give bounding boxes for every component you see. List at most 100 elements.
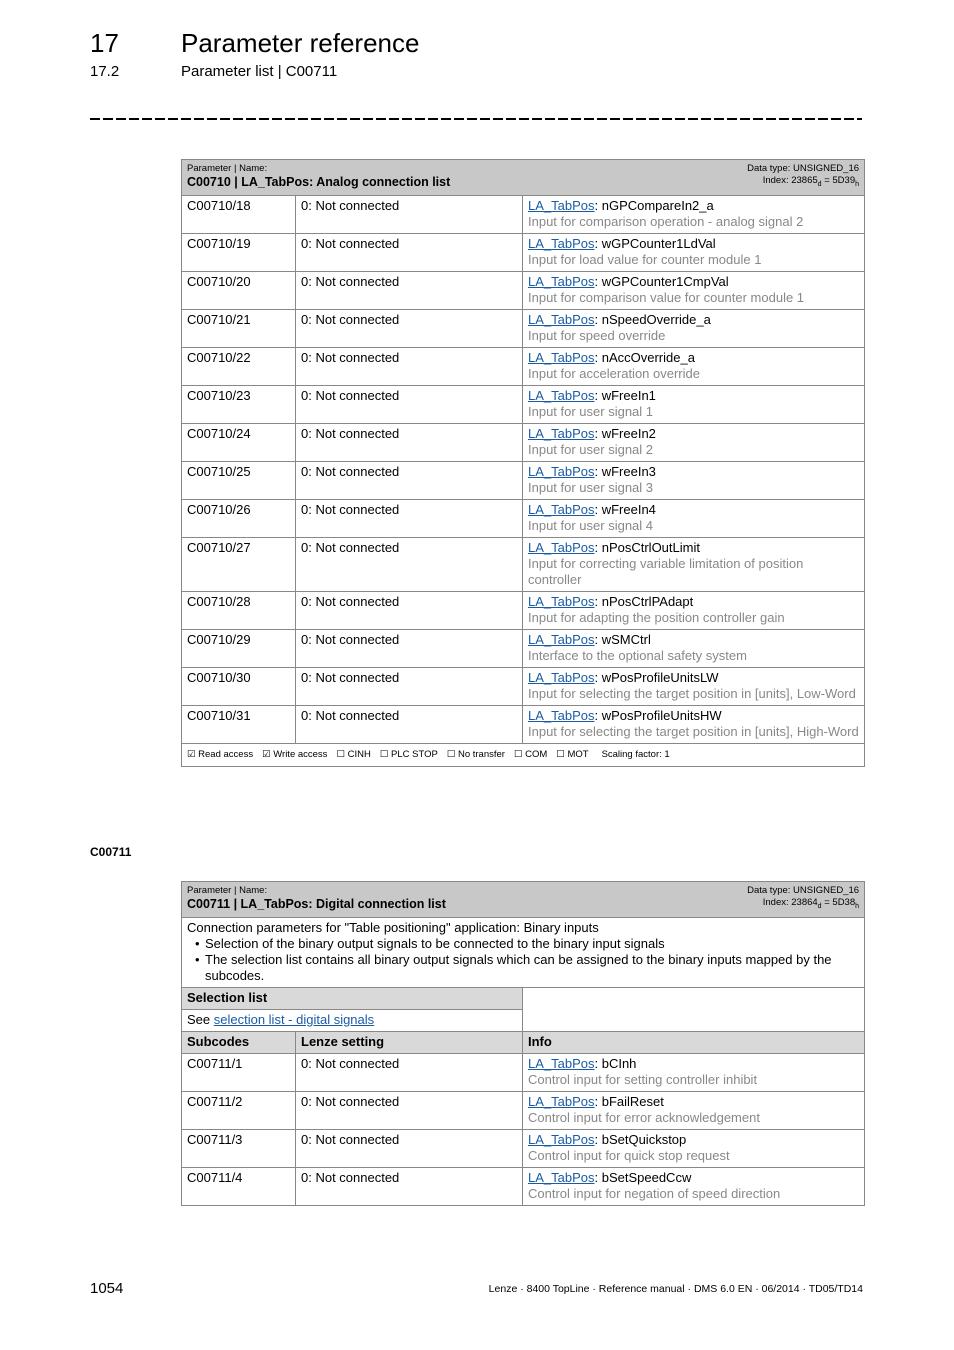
data-type-info: Data type: UNSIGNED_16 Index: 23864d = 5…: [747, 885, 859, 913]
signal-name: : wFreeIn1: [594, 387, 656, 403]
subcode-cell: C00711/1: [181, 1052, 296, 1092]
flag-plc-stop: ☐ PLC STOP: [379, 748, 438, 760]
signal-name: : wSMCtrl: [594, 631, 651, 647]
signal-description: Input for acceleration override: [528, 365, 700, 381]
signal-name: : bSetQuickstop: [594, 1131, 687, 1147]
info-cell: LA_TabPos: bSetQuickstop Control input fo…: [521, 1128, 866, 1168]
flag-com: ☐ COM: [513, 748, 548, 760]
function-block-link[interactable]: LA_TabPos: [528, 502, 595, 517]
signal-name: : nGPCompareIn2_a: [594, 197, 714, 213]
chapter-number: 17: [90, 28, 119, 58]
signal-line: LA_TabPos: bSetSpeedCcw: [528, 1170, 859, 1186]
signal-name: : bFailReset: [594, 1093, 664, 1109]
see-text: See: [187, 1011, 214, 1027]
signal-description: Input for user signal 3: [528, 479, 654, 495]
intro-text: Connection parameters for "Table positio…: [187, 919, 599, 935]
lenze-setting-cell: 0: Not connected: [295, 666, 523, 706]
signal-description: Input for user signal 2: [528, 441, 654, 457]
subcode-cell: C00710/26: [181, 498, 296, 538]
function-block-link[interactable]: LA_TabPos: [528, 670, 595, 685]
signal-line: LA_TabPos: bFailReset: [528, 1094, 859, 1110]
section-title: Parameter list | C00711: [181, 63, 338, 80]
subcode-cell: C00710/19: [181, 232, 296, 272]
signal-name: : bCInh: [594, 1055, 637, 1071]
function-block-link[interactable]: LA_TabPos: [528, 274, 595, 289]
function-block-link[interactable]: LA_TabPos: [528, 632, 595, 647]
table-row: C00710/22 0: Not connected LA_TabPos: nAcc…: [181, 346, 866, 386]
lenze-setting-cell: 0: Not connected: [295, 590, 523, 630]
table-row: C00710/23 0: Not connected LA_TabPos: wFre…: [181, 384, 866, 424]
function-block-link[interactable]: LA_TabPos: [528, 388, 595, 403]
function-block-link[interactable]: LA_TabPos: [528, 594, 595, 609]
lenze-setting-cell: 0: Not connected: [295, 1052, 523, 1092]
signal-description: Control input for error acknowledgement: [528, 1109, 760, 1125]
function-block-link[interactable]: LA_TabPos: [528, 312, 595, 327]
info-cell: LA_TabPos: nSpeedOverride_a Input for spe…: [521, 308, 866, 348]
subcode-cell: C00710/28: [181, 590, 296, 630]
signal-name: : nPosCtrlOutLimit: [594, 539, 700, 555]
subcode-cell: C00710/18: [181, 194, 296, 234]
lenze-setting-cell: 0: Not connected: [295, 1166, 523, 1206]
selection-list-link[interactable]: selection list - digital signals: [214, 1012, 374, 1027]
signal-name: : wGPCounter1LdVal: [594, 235, 716, 251]
bullet-item: The selection list contains all binary o…: [195, 952, 859, 984]
info-cell: LA_TabPos: wPosProfileUnitsLW Input for s…: [521, 666, 866, 706]
function-block-link[interactable]: LA_TabPos: [528, 1170, 595, 1185]
function-block-link[interactable]: LA_TabPos: [528, 198, 595, 213]
function-block-link[interactable]: LA_TabPos: [528, 1132, 595, 1147]
table-row: C00710/21 0: Not connected LA_TabPos: nSpe…: [181, 308, 866, 348]
table-row: C00710/26 0: Not connected LA_TabPos: wFre…: [181, 498, 866, 538]
signal-line: LA_TabPos: wGPCounter1LdVal: [528, 236, 859, 252]
signal-line: LA_TabPos: wFreeIn1: [528, 388, 859, 404]
function-block-link[interactable]: LA_TabPos: [528, 1056, 595, 1071]
info-cell: LA_TabPos: wGPCounter1CmpVal Input for co…: [521, 270, 866, 310]
bullet-item: Selection of the binary output signals t…: [195, 936, 859, 952]
description-cell: Connection parameters for "Table positio…: [180, 916, 866, 988]
page-number: 1054: [90, 1280, 124, 1297]
flag-no-transfer: ☐ No transfer: [446, 748, 505, 760]
parameter-header: Data type: UNSIGNED_16 Index: 23865d = 5…: [180, 159, 866, 196]
function-block-link[interactable]: LA_TabPos: [528, 708, 595, 723]
signal-description: Input for correcting variable limitation…: [528, 555, 804, 587]
data-type-info: Data type: UNSIGNED_16 Index: 23865d = 5…: [747, 163, 859, 191]
access-flags-row: ☑ Read access ☑ Write access ☐ CINH ☐ PLC S…: [180, 742, 866, 767]
info-cell: LA_TabPos: nPosCtrlOutLimit Input for cor…: [521, 536, 866, 592]
lenze-setting-cell: 0: Not connected: [295, 536, 523, 592]
function-block-link[interactable]: LA_TabPos: [528, 464, 595, 479]
signal-description: Input for comparison operation - analog …: [528, 213, 804, 229]
signal-description: Interface to the optional safety system: [528, 647, 747, 663]
data-type: Data type: UNSIGNED_16: [747, 163, 860, 174]
info-cell: LA_TabPos: wFreeIn1 Input for user signal…: [521, 384, 866, 424]
lenze-setting-cell: 0: Not connected: [295, 194, 523, 234]
subcode-cell: C00711/4: [181, 1166, 296, 1206]
bullet-list: Selection of the binary output signals t…: [187, 936, 859, 984]
signal-name: : bSetSpeedCcw: [594, 1169, 692, 1185]
info-cell: LA_TabPos: bFailReset Control input for e…: [521, 1090, 866, 1130]
table-row: C00710/31 0: Not connected LA_TabPos: wPos…: [181, 704, 866, 744]
selection-list-cell: See selection list - digital signals: [181, 1008, 523, 1032]
info-cell: LA_TabPos: wFreeIn3 Input for user signal…: [521, 460, 866, 500]
info-cell: LA_TabPos: nGPCompareIn2_a Input for comp…: [521, 194, 866, 234]
parameter-header: Data type: UNSIGNED_16 Index: 23864d = 5…: [180, 881, 866, 918]
signal-description: Control input for negation of speed dire…: [528, 1185, 781, 1201]
signal-line: LA_TabPos: wPosProfileUnitsLW: [528, 670, 859, 686]
function-block-link[interactable]: LA_TabPos: [528, 350, 595, 365]
signal-line: LA_TabPos: nSpeedOverride_a: [528, 312, 859, 328]
function-block-link[interactable]: LA_TabPos: [528, 236, 595, 251]
function-block-link[interactable]: LA_TabPos: [528, 540, 595, 555]
signal-line: LA_TabPos: nPosCtrlOutLimit: [528, 540, 859, 556]
info-cell: LA_TabPos: wSMCtrl Interface to the optio…: [521, 628, 866, 668]
table-row: C00711/2 0: Not connected LA_TabPos: bFail…: [181, 1090, 866, 1130]
function-block-link[interactable]: LA_TabPos: [528, 1094, 595, 1109]
function-block-link[interactable]: LA_TabPos: [528, 426, 595, 441]
table-row: C00710/20 0: Not connected LA_TabPos: wGPC…: [181, 270, 866, 310]
col-header-subcodes: Subcodes: [181, 1030, 296, 1054]
info-cell: LA_TabPos: wFreeIn4 Input for user signal…: [521, 498, 866, 538]
info-cell: LA_TabPos: bSetSpeedCcw Control input for…: [521, 1166, 866, 1206]
subcode-cell: C00710/23: [181, 384, 296, 424]
table-row: C00710/24 0: Not connected LA_TabPos: wFre…: [181, 422, 866, 462]
signal-name: : wFreeIn2: [594, 425, 656, 441]
subcode-cell: C00710/31: [181, 704, 296, 744]
signal-line: LA_TabPos: bCInh: [528, 1056, 859, 1072]
subcode-cell: C00710/25: [181, 460, 296, 500]
